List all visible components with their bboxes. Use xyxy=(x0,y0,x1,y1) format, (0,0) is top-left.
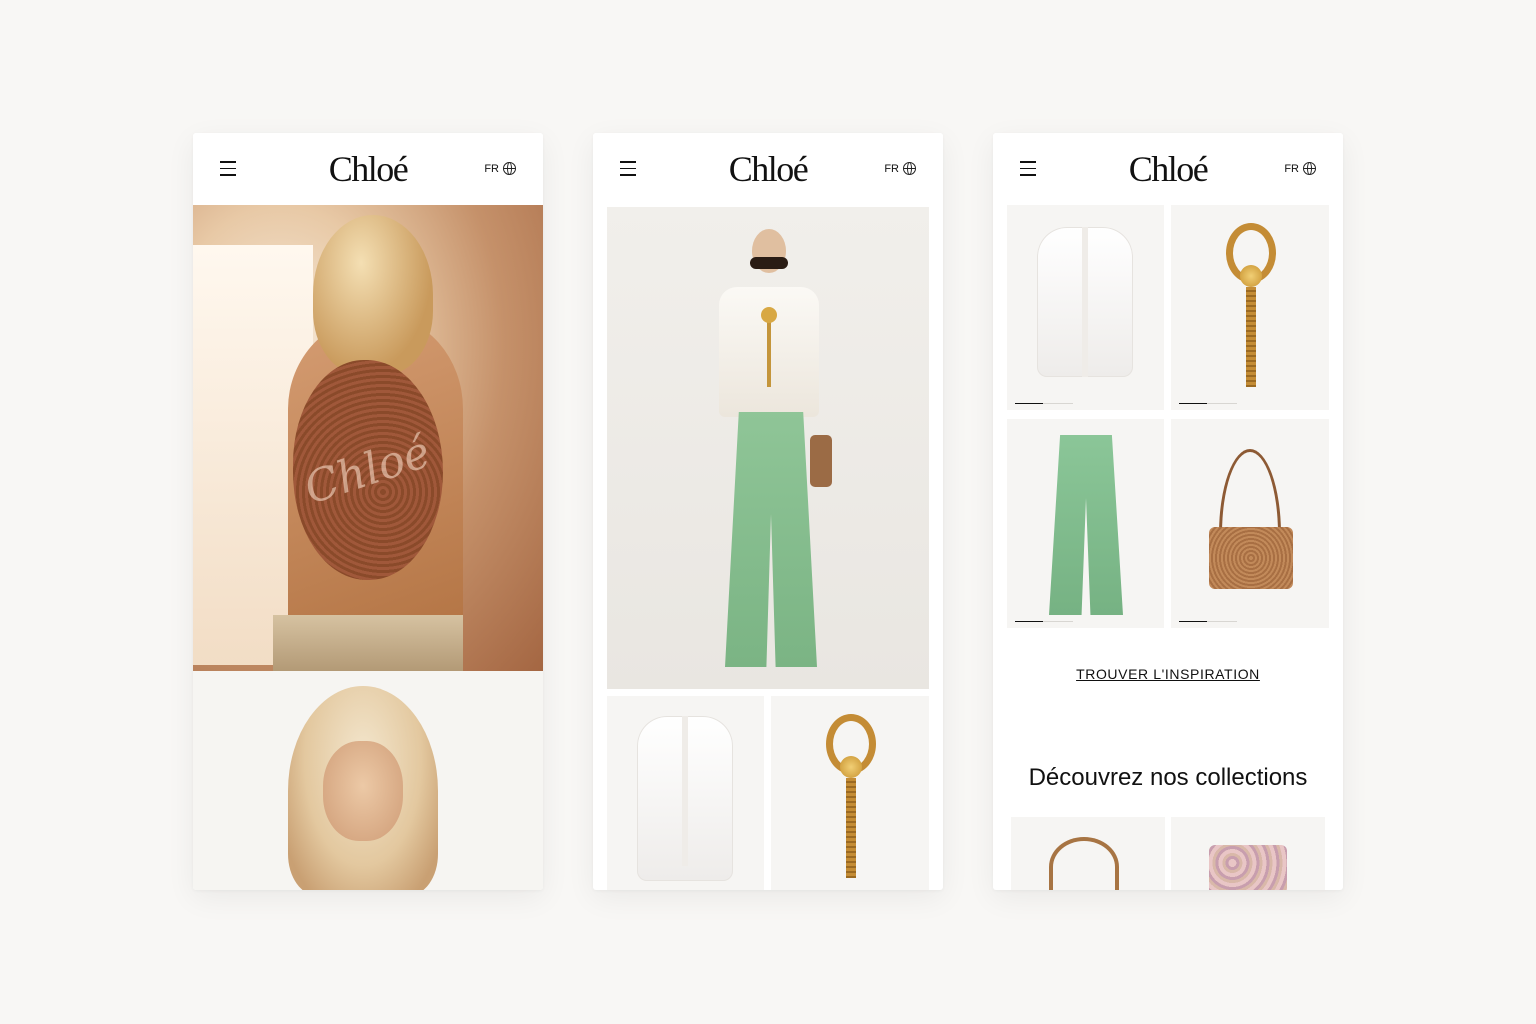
globe-icon xyxy=(1303,162,1316,175)
model-hair xyxy=(313,215,433,375)
site-header: Chloé FR xyxy=(993,133,1343,205)
site-header: Chloé FR xyxy=(593,133,943,205)
phone-screen-look: Chloé FR xyxy=(593,133,943,890)
hero-campaign-image[interactable]: Chloé xyxy=(193,205,543,675)
necklace-medal xyxy=(1240,265,1262,287)
inspiration-link[interactable]: TROUVER L'INSPIRATION xyxy=(993,666,1343,682)
language-selector[interactable]: FR xyxy=(1284,162,1316,175)
image-carousel-indicator[interactable] xyxy=(1015,402,1073,404)
product-image-blouse xyxy=(1037,227,1133,377)
image-carousel-indicator[interactable] xyxy=(1015,620,1073,622)
product-card-trousers[interactable] xyxy=(1007,419,1164,628)
model-green-trousers xyxy=(725,412,817,667)
language-label: FR xyxy=(884,162,899,175)
phone-screen-products: Chloé FR TROUVER L'INSPIRATION Découvrez… xyxy=(993,133,1343,890)
collection-image-floral-top xyxy=(1209,845,1287,890)
model-necklace-medal xyxy=(761,307,777,323)
model-trousers xyxy=(273,615,463,671)
collection-card-bags[interactable] xyxy=(1011,817,1165,890)
image-carousel-indicator[interactable] xyxy=(1179,620,1237,622)
product-image-blouse xyxy=(637,716,733,881)
product-card-necklace[interactable] xyxy=(1171,205,1329,410)
bag-strap xyxy=(1219,449,1281,534)
language-label: FR xyxy=(484,162,499,175)
necklace-medal xyxy=(840,756,862,778)
collections-section-title: Découvrez nos collections xyxy=(1028,764,1308,791)
collection-card-ready-to-wear[interactable] xyxy=(1171,817,1325,890)
phone-screen-homepage: Chloé FR Chloé xyxy=(193,133,543,890)
product-card-blouse[interactable] xyxy=(1007,205,1164,410)
model-sunglasses xyxy=(750,257,788,269)
secondary-campaign-image[interactable] xyxy=(193,671,543,890)
site-header: Chloé FR xyxy=(193,133,543,205)
product-card-necklace[interactable] xyxy=(771,696,929,890)
necklace-chain xyxy=(1246,287,1256,387)
globe-icon xyxy=(503,162,516,175)
product-card-blouse[interactable] xyxy=(607,696,764,890)
image-carousel-indicator[interactable] xyxy=(1179,402,1237,404)
product-card-bag[interactable] xyxy=(1171,419,1329,628)
model-necklace xyxy=(767,317,771,387)
necklace-chain xyxy=(846,778,856,878)
globe-icon xyxy=(903,162,916,175)
model-bag xyxy=(810,435,832,487)
look-model-image[interactable] xyxy=(607,207,929,689)
language-selector[interactable]: FR xyxy=(484,162,516,175)
product-image-trousers xyxy=(1049,435,1123,615)
language-label: FR xyxy=(1284,162,1299,175)
language-selector[interactable]: FR xyxy=(884,162,916,175)
product-image-bag xyxy=(1209,527,1293,589)
model-portrait-face xyxy=(323,741,403,841)
collection-image-bag xyxy=(1049,837,1119,890)
